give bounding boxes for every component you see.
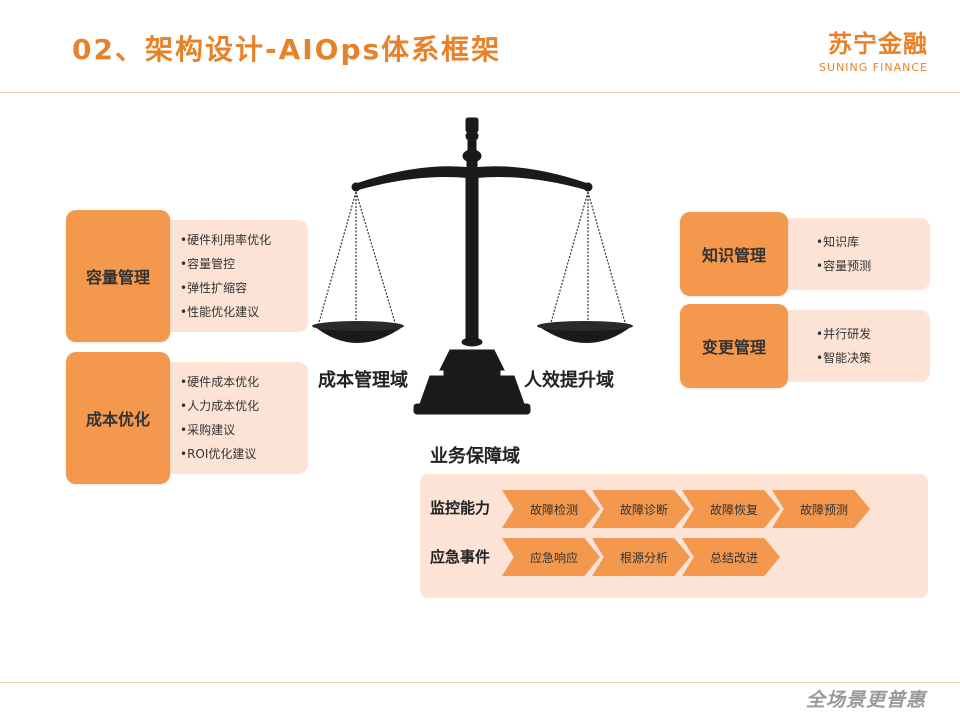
list-item: 硬件利用率优化 [180, 228, 308, 252]
knowledge-management-box: 知识管理 [680, 212, 788, 296]
process-step-label: 总结改进 [709, 550, 758, 565]
list-item: 采购建议 [180, 418, 308, 442]
knowledge-management-title: 知识管理 [701, 246, 766, 265]
logo-subtext: SUNING FINANCE [819, 61, 928, 74]
list-item: 容量管控 [180, 252, 308, 276]
header-divider [0, 92, 960, 93]
list-item: 容量预测 [816, 254, 930, 278]
capacity-items-panel: 硬件利用率优化 容量管控 弹性扩缩容 性能优化建议 [160, 220, 308, 332]
cost-domain-label: 成本管理域 [318, 370, 408, 391]
list-item: 知识库 [816, 230, 930, 254]
process-step: 故障诊断 [592, 490, 690, 528]
list-item: 性能优化建议 [180, 300, 308, 324]
process-step-label: 故障检测 [529, 502, 578, 517]
list-item: 弹性扩缩容 [180, 276, 308, 300]
list-item: ROI优化建议 [180, 442, 308, 466]
process-step-label: 故障预测 [799, 502, 848, 517]
cost-optimization-title: 成本优化 [85, 410, 150, 429]
capacity-management-box: 容量管理 [66, 210, 170, 342]
list-item: 硬件成本优化 [180, 370, 308, 394]
logo-text: 苏宁金融 [828, 30, 928, 58]
footer-divider [0, 682, 960, 683]
process-step: 故障预测 [772, 490, 870, 528]
process-step-label: 故障诊断 [619, 502, 668, 517]
list-item: 并行研发 [816, 322, 930, 346]
change-management-box: 变更管理 [680, 304, 788, 388]
list-item: 人力成本优化 [180, 394, 308, 418]
process-step: 应急响应 [502, 538, 600, 576]
page-title: 02、架构设计-AIOps体系框架 [72, 33, 502, 66]
change-items-panel: 并行研发 智能决策 [782, 310, 930, 382]
cost-items-panel: 硬件成本优化 人力成本优化 采购建议 ROI优化建议 [160, 362, 308, 474]
process-step: 故障恢复 [682, 490, 780, 528]
process-step: 总结改进 [682, 538, 780, 576]
emergency-event-label: 应急事件 [430, 548, 491, 566]
process-step-label: 故障恢复 [709, 502, 758, 517]
brand-logo: 苏宁金融 SUNING FINANCE [819, 24, 928, 74]
monitor-capability-label: 监控能力 [430, 499, 491, 517]
process-step: 根源分析 [592, 538, 690, 576]
capacity-management-title: 容量管理 [85, 268, 150, 287]
change-management-title: 变更管理 [701, 338, 766, 357]
process-step-label: 根源分析 [619, 550, 668, 565]
list-item: 智能决策 [816, 346, 930, 370]
efficiency-domain-label: 人效提升域 [524, 370, 614, 391]
footer-slogan: 全场景更普惠 [805, 689, 926, 711]
process-step-label: 应急响应 [529, 550, 578, 565]
cost-optimization-box: 成本优化 [66, 352, 170, 484]
business-domain-label: 业务保障域 [430, 446, 520, 467]
knowledge-items-panel: 知识库 容量预测 [782, 218, 930, 290]
process-step: 故障检测 [502, 490, 600, 528]
